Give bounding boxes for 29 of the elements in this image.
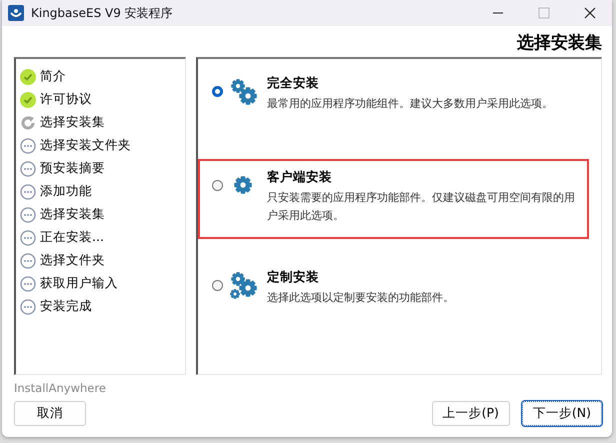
dialog-button[interactable]: 上一步(P) xyxy=(432,401,510,426)
step-label: 添加功能 xyxy=(40,183,92,200)
step-label: 选择安装文件夹 xyxy=(40,137,131,154)
window-title: KingbaseES V9 安装程序 xyxy=(31,4,173,22)
radio-button[interactable] xyxy=(212,180,223,191)
option-title: 完全安装 xyxy=(267,75,320,92)
step-label: 简介 xyxy=(40,68,66,85)
option-description: 选择此选项以定制要安装的功能部件。 xyxy=(267,290,454,306)
page-heading: 选择安装集 xyxy=(516,32,602,55)
step-label: 正在安装... xyxy=(40,229,104,246)
step-label: 获取用户输入 xyxy=(40,275,118,292)
vendor-label: InstallAnywhere xyxy=(14,381,107,395)
step-label: 安装完成 xyxy=(40,298,92,315)
radio-button[interactable] xyxy=(212,86,223,97)
option-title: 客户端安装 xyxy=(267,169,333,186)
step-label: 许可协议 xyxy=(40,91,92,108)
maximize-icon xyxy=(538,7,550,19)
option-description: 只安装需要的应用程序功能部件。仅建议磁盘可用空间有限的用户采用此选项。 xyxy=(267,190,576,224)
app-logo-icon xyxy=(8,5,24,21)
step-label: 选择文件夹 xyxy=(40,252,105,269)
option-description: 最常用的应用程序功能组件。建议大多数用户采用此选项。 xyxy=(267,96,553,112)
option-title: 定制安装 xyxy=(267,269,320,286)
step-label: 选择安装集 xyxy=(40,114,105,131)
close-icon[interactable] xyxy=(584,7,596,19)
dialog-button[interactable]: 下一步(N) xyxy=(522,401,602,426)
step-label: 预安装摘要 xyxy=(40,160,105,177)
radio-button[interactable] xyxy=(212,280,223,291)
step-label: 选择安装集 xyxy=(40,206,105,223)
dialog-button[interactable]: 取消 xyxy=(14,401,86,426)
